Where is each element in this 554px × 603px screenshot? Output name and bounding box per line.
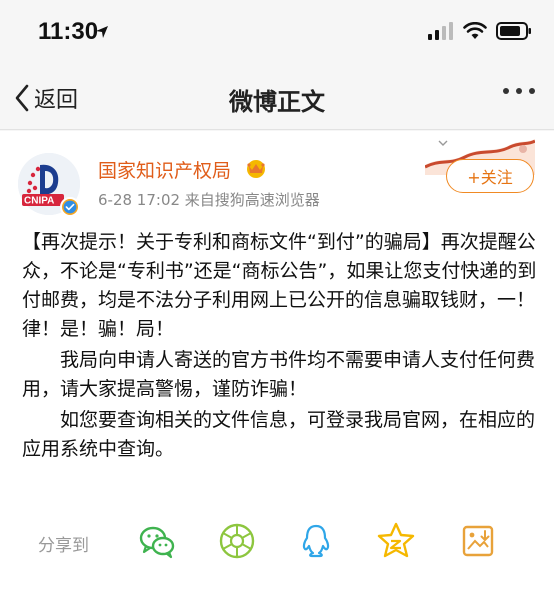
location-arrow-icon — [96, 26, 108, 38]
nav-bar: 返回 微博正文 — [0, 66, 554, 130]
moments-icon[interactable] — [217, 521, 257, 561]
wifi-icon — [463, 22, 487, 39]
status-time: 11:30 — [38, 18, 99, 45]
author-name[interactable]: 国家知识产权局 — [98, 156, 231, 183]
post-paragraph: 【再次提示！关于专利和商标文件“到付”的骗局】再次提醒公众，不论是“专利书”还是… — [22, 231, 537, 340]
qq-icon[interactable] — [296, 521, 336, 561]
follow-button[interactable]: +关注 — [446, 159, 534, 193]
qzone-icon[interactable] — [376, 521, 416, 561]
post-paragraph: 我局向申请人寄送的官方书件均不需要申请人支付任何费用，请大家提高警惕，谨防诈骗！ — [22, 349, 536, 400]
wechat-icon[interactable] — [137, 521, 177, 561]
save-image-icon[interactable] — [458, 521, 498, 561]
share-row: 分享到 — [0, 516, 554, 566]
share-label: 分享到 — [38, 536, 89, 556]
verified-badge-icon — [60, 197, 80, 217]
post-body: 【再次提示！关于专利和商标文件“到付”的骗局】再次提醒公众，不论是“专利书”还是… — [22, 228, 540, 466]
avatar-text: CNIPA — [24, 196, 54, 207]
more-icon[interactable] — [502, 86, 536, 96]
post-card: CNIPA 国家知识产权局 6-28 17:02 来自搜狗高速浏览器 +关注 【… — [0, 131, 554, 603]
post-paragraph: 如您要查询相关的文件信息，可登录我局官网，在相应的应用系统中查询。 — [22, 409, 536, 460]
signal-icon — [428, 22, 453, 40]
battery-icon — [496, 22, 531, 40]
post-meta: 6-28 17:02 来自搜狗高速浏览器 — [98, 191, 320, 209]
page-title: 微博正文 — [229, 88, 325, 116]
status-bar: 11:30 — [0, 0, 554, 66]
status-icons — [428, 22, 532, 40]
crown-icon — [247, 160, 265, 178]
